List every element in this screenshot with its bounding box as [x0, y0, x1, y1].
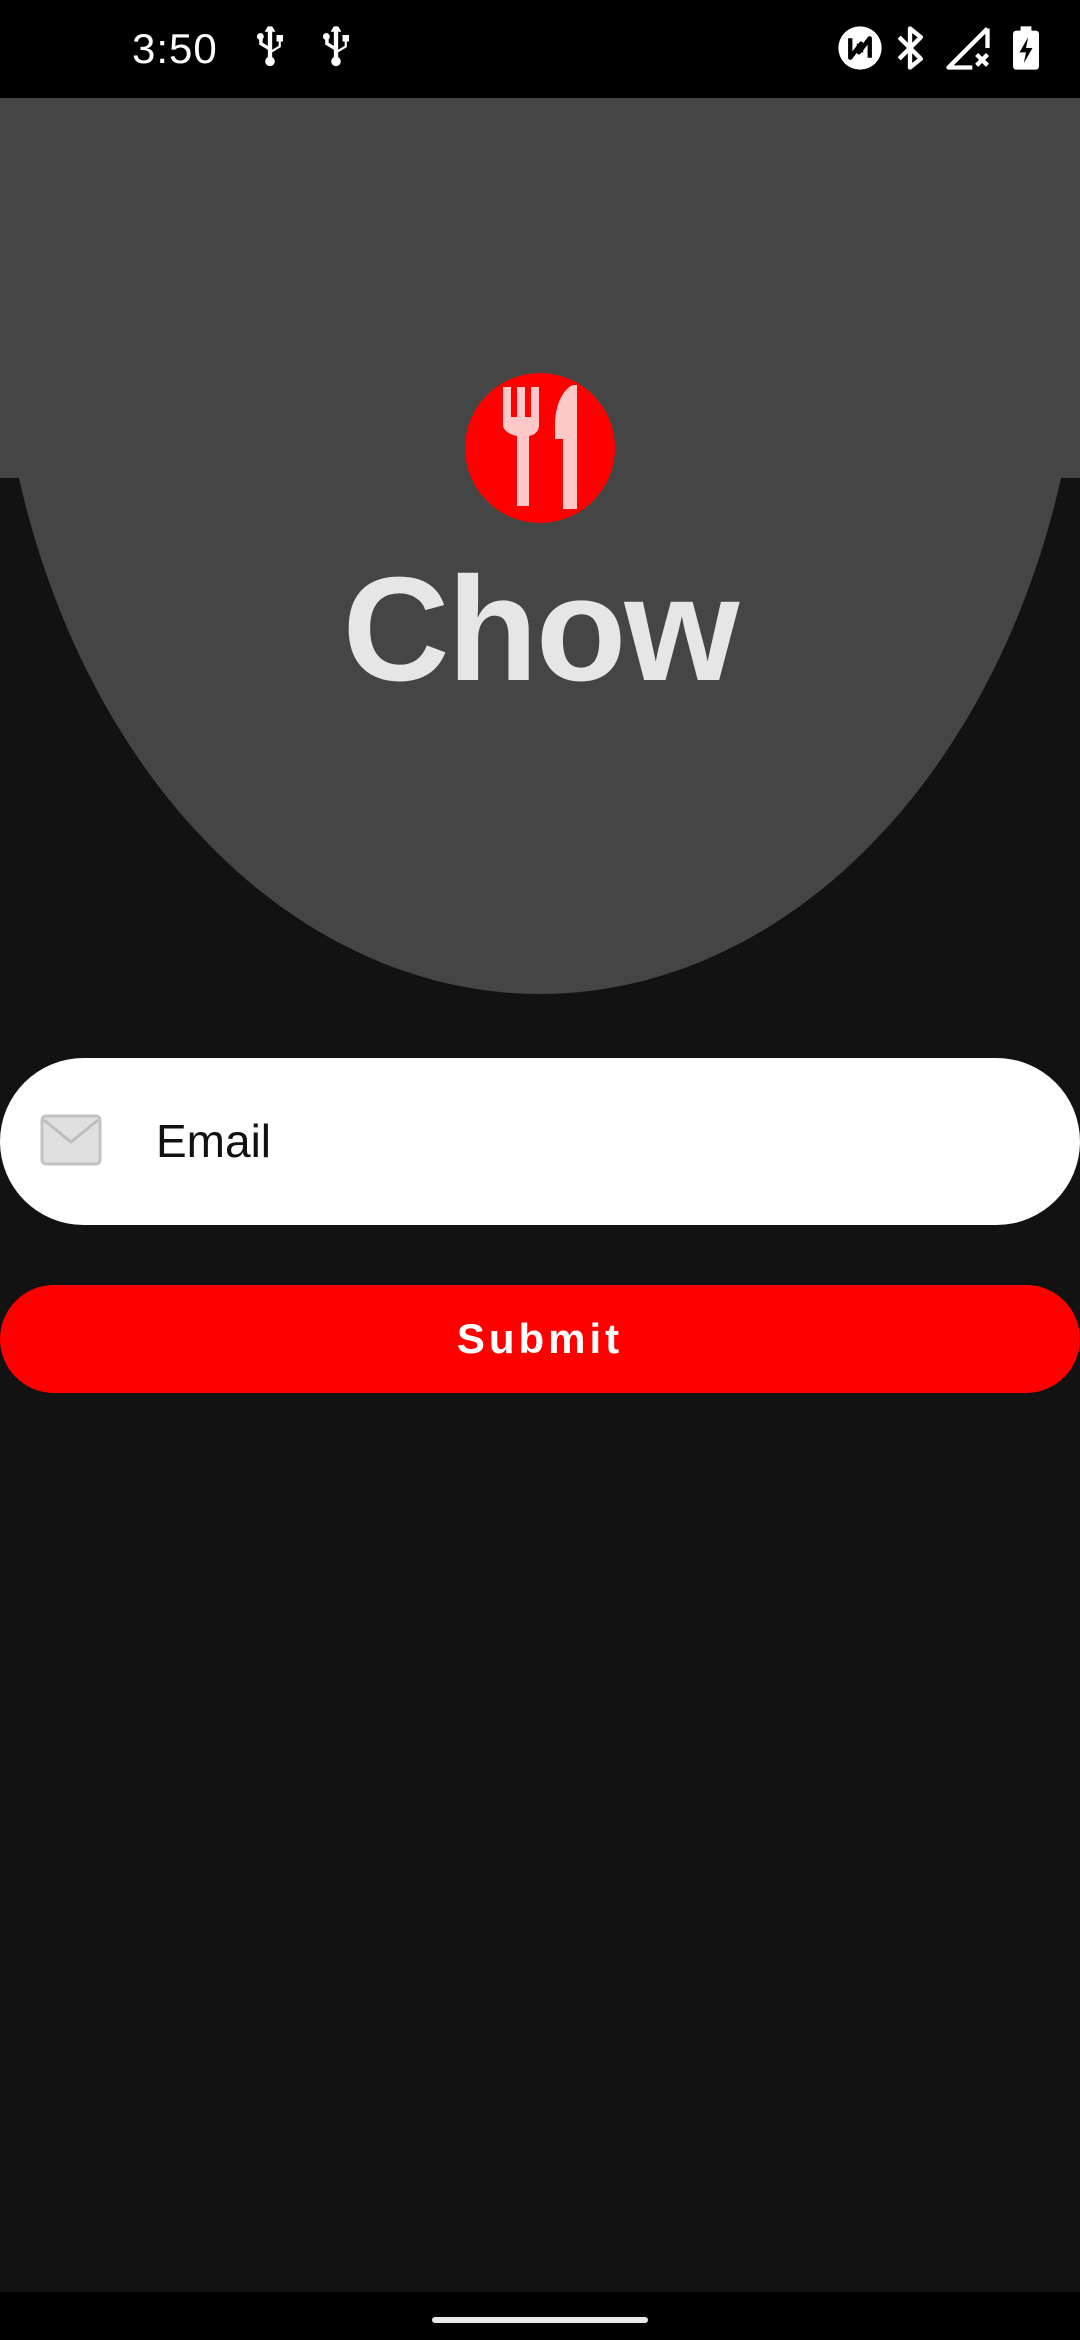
login-screen: 3:50 Chow Email Submit: [0, 0, 1080, 2340]
home-gesture-handle[interactable]: [432, 2317, 648, 2323]
submit-button[interactable]: Submit: [0, 1285, 1080, 1393]
status-bar: 3:50: [0, 0, 1080, 98]
fork-knife-icon: [503, 385, 577, 509]
bluetooth-icon: [897, 26, 923, 70]
email-field[interactable]: [0, 1058, 1080, 1225]
battery-charging-icon: [1013, 26, 1039, 70]
signal-no-service-icon: [946, 26, 990, 70]
usb-icon: [322, 26, 349, 67]
status-time: 3:50: [132, 25, 218, 72]
header-circle: [0, 98, 1080, 994]
email-input[interactable]: [156, 1098, 1036, 1184]
app-logo: [465, 373, 615, 523]
nfc-icon: [838, 26, 882, 70]
app-title: Chow: [342, 547, 740, 712]
navigation-bar: [0, 2292, 1080, 2340]
usb-icon: [256, 26, 283, 67]
mail-icon: [40, 1114, 102, 1166]
